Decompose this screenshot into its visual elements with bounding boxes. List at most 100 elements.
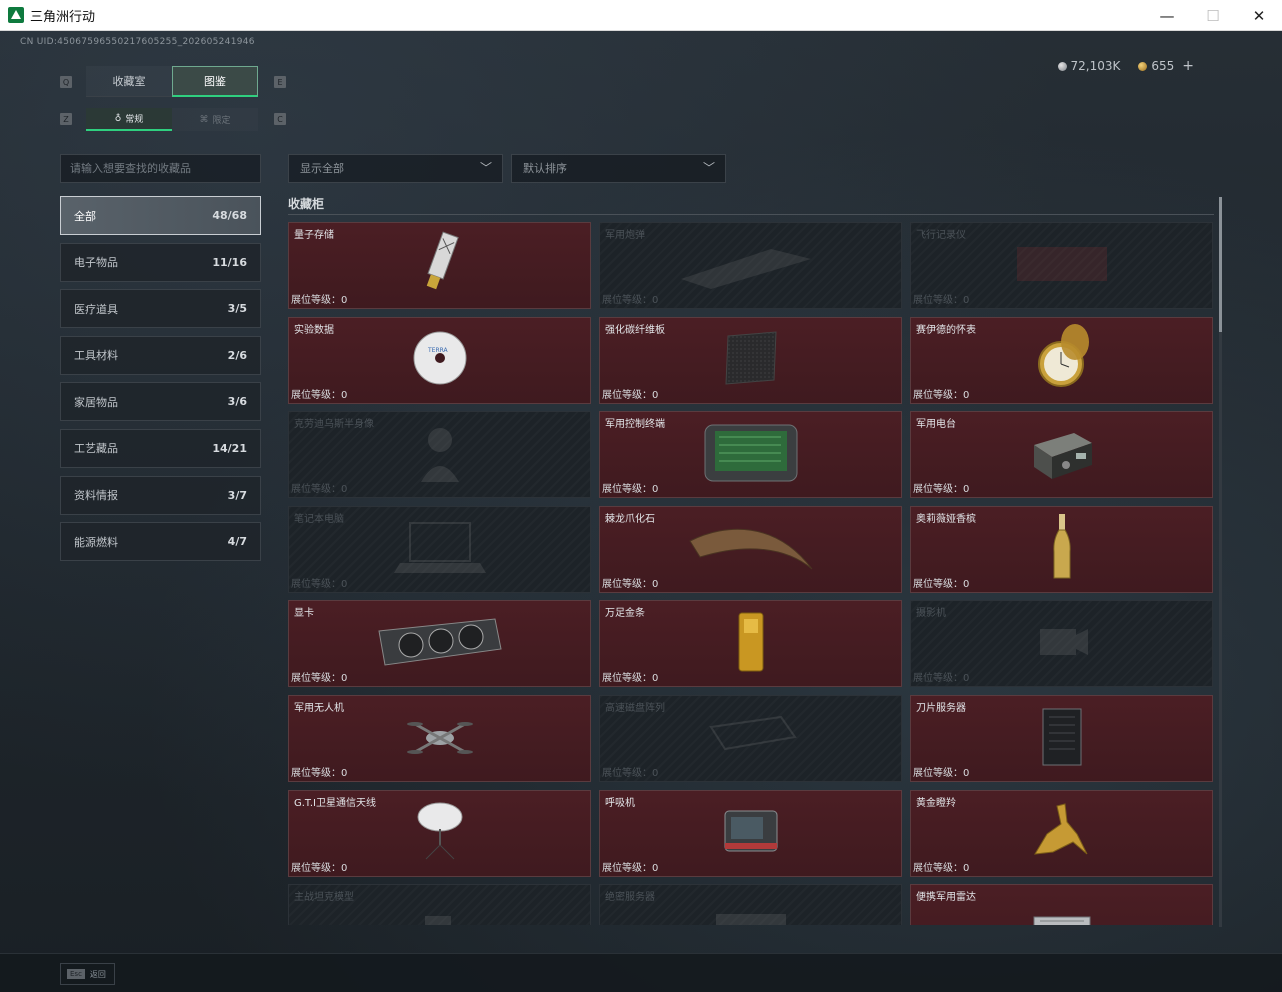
category-electronics[interactable]: 电子物品 11/16: [60, 242, 261, 282]
card-name: G.T.I卫星通信天线: [294, 797, 376, 809]
card-level: 展位等级：0: [913, 295, 970, 306]
category-count: 48/68: [212, 209, 247, 222]
collection-card[interactable]: 棘龙爪化石展位等级：0: [599, 505, 902, 593]
key-hint-q: Q: [60, 76, 72, 88]
card-name: 呼吸机: [605, 797, 635, 809]
disc-icon: TERRA: [410, 328, 470, 392]
key-hint-z: Z: [60, 113, 72, 125]
card-level: 展位等级：0: [913, 768, 970, 779]
gazelle-icon: [1027, 798, 1097, 868]
card-name: 军用控制终端: [605, 419, 665, 431]
collection-card[interactable]: G.T.I卫星通信天线 展位等级：0: [288, 789, 591, 877]
collection-card[interactable]: 刀片服务器 展位等级：0: [910, 695, 1213, 782]
card-name: 笔记本电脑: [294, 513, 344, 525]
category-label: 电子物品: [74, 256, 118, 270]
category-list: 全部 48/68 电子物品 11/16 医疗道具 3/5 工具材料 2/6 家居物品 3/…: [60, 196, 261, 569]
scrollbar-thumb[interactable]: [1219, 197, 1222, 332]
laptop-icon: [390, 517, 490, 581]
gold-currency[interactable]: 655 +: [1138, 58, 1194, 74]
category-count: 3/6: [227, 395, 247, 409]
collection-card[interactable]: 绝密服务器展位等级：0: [599, 884, 902, 925]
collection-card[interactable]: 军用电台 展位等级：0: [910, 411, 1213, 499]
collection-card[interactable]: 飞行记录仪 展位等级：0: [910, 222, 1213, 309]
maximize-button[interactable]: ☐: [1190, 0, 1236, 31]
category-count: 4/7: [227, 535, 247, 549]
card-name: 量子存储: [294, 230, 334, 241]
card-level: 展位等级：0: [602, 484, 659, 496]
card-name: 棘龙爪化石: [605, 513, 655, 525]
card-name: 军用炮弹: [605, 230, 645, 241]
minimize-button[interactable]: —: [1144, 0, 1190, 31]
regular-icon: ♁: [114, 113, 122, 124]
collection-card[interactable]: 军用控制终端 展位等级：0: [599, 411, 902, 499]
subtab-limited-label: 限定: [212, 116, 231, 126]
collection-card[interactable]: 奥莉薇娅香槟 展位等级：0: [910, 505, 1213, 593]
card-level: 展位等级：0: [291, 484, 348, 496]
collection-card[interactable]: 实验数据 TERRA 展位等级：0: [288, 316, 591, 404]
category-label: 工艺藏品: [74, 442, 118, 456]
secret-server-icon: [706, 906, 796, 925]
display-filter-value: 显示全部: [300, 162, 344, 175]
collection-card[interactable]: 笔记本电脑 展位等级：0: [288, 505, 591, 593]
card-level: 展位等级：0: [913, 862, 970, 874]
back-button[interactable]: Esc 返回: [60, 963, 115, 985]
card-level: 展位等级：0: [291, 295, 348, 306]
close-button[interactable]: ✕: [1236, 0, 1282, 31]
collection-card[interactable]: 克劳迪乌斯半身像 展位等级：0: [288, 411, 591, 499]
collection-card[interactable]: 强化碳纤维板 展位等级：0: [599, 316, 902, 404]
card-name: 绝密服务器: [605, 892, 655, 904]
add-currency-button[interactable]: +: [1182, 58, 1194, 74]
category-energy[interactable]: 能源燃料 4/7: [60, 522, 261, 562]
collection-card[interactable]: 呼吸机 展位等级：0: [599, 789, 902, 877]
category-intel[interactable]: 资料情报 3/7: [60, 475, 261, 515]
card-level: 展位等级：0: [602, 578, 659, 590]
tab-codex[interactable]: 图鉴: [172, 66, 258, 97]
sort-dropdown[interactable]: 默认排序 ﹀: [511, 154, 726, 183]
collection-card[interactable]: 黄金瞪羚 展位等级：0: [910, 789, 1213, 877]
collection-card[interactable]: 军用无人机 展位等级：0: [288, 695, 591, 782]
footer-bar: Esc 返回: [0, 953, 1282, 992]
collection-card[interactable]: 万足金条 展位等级：0: [599, 600, 902, 688]
esc-key-icon: Esc: [67, 969, 85, 979]
collection-card[interactable]: 主战坦克模型展位等级：0: [288, 884, 591, 925]
app-logo-icon: [8, 7, 24, 23]
display-filter-dropdown[interactable]: 显示全部 ﹀: [288, 154, 503, 183]
card-name: 军用无人机: [294, 703, 344, 714]
category-all[interactable]: 全部 48/68: [60, 196, 261, 235]
chevron-down-icon: ﹀: [479, 161, 492, 175]
collection-card[interactable]: 高速磁盘阵列 展位等级：0: [599, 695, 902, 782]
category-tools[interactable]: 工具材料 2/6: [60, 335, 261, 375]
recorder-icon: [1007, 239, 1117, 293]
category-label: 家居物品: [74, 395, 118, 409]
carbon-plate-icon: [716, 328, 786, 392]
terminal-icon: [701, 421, 801, 489]
claw-icon: [686, 517, 816, 581]
category-medical[interactable]: 医疗道具 3/5: [60, 289, 261, 329]
category-label: 能源燃料: [74, 535, 118, 549]
category-label: 医疗道具: [74, 302, 118, 316]
uid-label: CN UID:4506759655021760525​5_20260524194…: [20, 37, 255, 47]
search-input[interactable]: 请输入想要查找的收藏品: [60, 154, 261, 183]
collection-card[interactable]: 显卡 展位等级：0: [288, 600, 591, 688]
card-name: 实验数据: [294, 324, 334, 336]
subtab-limited[interactable]: ⌘ 限定: [172, 108, 258, 131]
collection-card[interactable]: 量子存储展位等级：0: [288, 222, 591, 309]
collection-grid: 量子存储 展位等级：0 军用炮弹 展位等级：0 飞行记录仪 展位等级：0 实验数据 TERRA…: [288, 222, 1214, 925]
collection-card[interactable]: 便携军用雷达展位等级：0: [910, 884, 1213, 925]
collection-card[interactable]: 赛伊德的怀表 展位等级：0: [910, 316, 1213, 404]
silver-coin-icon: [1057, 61, 1067, 71]
category-label: 工具材料: [74, 349, 118, 363]
subtab-regular[interactable]: ♁ 常规: [86, 108, 172, 131]
card-level: 展位等级：0: [913, 389, 970, 401]
category-crafts[interactable]: 工艺藏品 14/21: [60, 428, 261, 468]
collection-card[interactable]: 摄影机 展位等级：0: [910, 600, 1213, 688]
radar-icon: [1030, 913, 1094, 925]
card-name: 奥莉薇娅香槟: [916, 513, 976, 525]
category-household[interactable]: 家居物品 3/6: [60, 382, 261, 422]
tab-collection-room[interactable]: 收藏室: [86, 66, 172, 97]
category-label: 全部: [74, 209, 96, 223]
shell-icon: [671, 239, 831, 293]
collection-card[interactable]: 军用炮弹 展位等级：0: [599, 222, 902, 309]
sort-value: 默认排序: [523, 162, 567, 175]
radio-icon: [1026, 423, 1098, 487]
